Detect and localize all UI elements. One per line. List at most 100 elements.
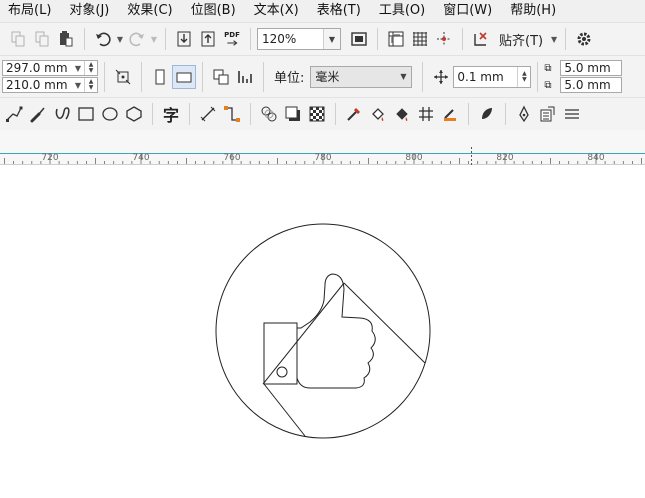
chevron-down-icon[interactable]: ▼ (72, 78, 84, 92)
duplicate-y-icon: ⧉ (544, 79, 552, 91)
thumbs-up-icon[interactable] (296, 273, 376, 389)
connector-tool-icon[interactable] (220, 102, 244, 126)
portrait-icon[interactable] (148, 65, 172, 89)
show-guidelines-icon[interactable] (432, 27, 456, 51)
separator (152, 103, 153, 125)
snap-dropdown-icon[interactable]: ▼ (549, 27, 559, 51)
menu-layout[interactable]: 布局(L) (0, 0, 60, 22)
redo-icon[interactable] (125, 27, 149, 51)
all-pages-icon[interactable] (111, 65, 135, 89)
outline-pen-icon[interactable] (512, 102, 536, 126)
zoom-value: 120% (262, 32, 297, 46)
ruler-label: 760 (223, 153, 240, 163)
mesh-fill-icon[interactable] (414, 102, 438, 126)
eyedropper-icon[interactable] (342, 102, 366, 126)
menu-table[interactable]: 表格(T) (308, 0, 370, 22)
polygon-tool-icon[interactable] (122, 102, 146, 126)
ruler-label: 820 (496, 153, 513, 163)
drop-shadow-icon[interactable] (281, 102, 305, 126)
export-icon[interactable] (196, 27, 220, 51)
page-width-spinner[interactable]: ▲ ▼ (84, 61, 97, 75)
shadow-line-1[interactable] (262, 282, 345, 385)
shadow-line-2[interactable] (343, 282, 426, 364)
ellipse-tool-icon[interactable] (98, 102, 122, 126)
separator (462, 28, 463, 50)
separator (84, 28, 85, 50)
page-layout-icon[interactable] (209, 65, 233, 89)
duplicate-y-value: 5.0 mm (564, 78, 611, 92)
rectangle-tool-icon[interactable] (74, 102, 98, 126)
separator (104, 61, 105, 92)
import-icon[interactable] (172, 27, 196, 51)
zoom-level-combo[interactable]: 120% ▼ (257, 28, 341, 50)
paste-icon[interactable] (54, 27, 78, 51)
units-label: 单位: (274, 71, 305, 86)
shape-tool-icon[interactable] (2, 102, 26, 126)
page-width-field[interactable]: 297.0 mm ▼ ▲ ▼ (2, 60, 98, 76)
redo-dropdown-icon[interactable]: ▼ (149, 27, 159, 51)
nudge-spinner[interactable]: ▲ ▼ (517, 66, 530, 87)
separator (537, 61, 539, 92)
separator (250, 103, 251, 125)
shadow-line-3[interactable] (263, 383, 306, 437)
smart-drawing-icon[interactable] (438, 102, 462, 126)
nudge-distance-field[interactable]: 0.1 mm ▲ ▼ (453, 65, 532, 88)
landscape-icon[interactable] (172, 64, 196, 89)
drawing-canvas[interactable] (0, 166, 645, 495)
snap-off-icon[interactable] (469, 27, 493, 51)
copy-icon-2[interactable] (30, 27, 54, 51)
text-tool-icon[interactable]: 字 (159, 102, 183, 126)
freehand-curve-icon[interactable] (50, 102, 74, 126)
object-manager-icon[interactable] (536, 102, 560, 126)
chevron-down-icon[interactable]: ▼ (72, 61, 84, 75)
menu-help[interactable]: 帮助(H) (501, 0, 565, 22)
pen-nib-icon[interactable] (475, 102, 499, 126)
page-height-field[interactable]: 210.0 mm ▼ ▲ ▼ (2, 77, 98, 93)
parallel-dimension-icon[interactable] (196, 102, 220, 126)
interactive-fill-icon[interactable] (366, 102, 390, 126)
duplicate-distance-fields: ⧉ 5.0 mm ⧉ 5.0 mm (544, 60, 623, 93)
smart-fill-icon[interactable] (390, 102, 414, 126)
undo-icon[interactable] (91, 27, 115, 51)
undo-dropdown-icon[interactable]: ▼ (115, 27, 125, 51)
thumb-cuff-rect[interactable] (263, 322, 298, 385)
more-tools-icon[interactable] (560, 102, 584, 126)
menu-tools[interactable]: 工具(O) (370, 0, 434, 22)
menu-bitmaps[interactable]: 位图(B) (182, 0, 245, 22)
show-grid-icon[interactable] (408, 27, 432, 51)
separator (468, 103, 469, 125)
separator (202, 61, 203, 92)
duplicate-x-field[interactable]: 5.0 mm (560, 60, 623, 76)
menu-bar: 布局(L) 对象(J) 效果(C) 位图(B) 文本(X) 表格(T) 工具(O… (0, 0, 645, 22)
artistic-media-icon[interactable] (26, 102, 50, 126)
chevron-down-icon[interactable]: ▼ (395, 66, 412, 87)
copy-icon[interactable] (6, 27, 30, 51)
property-bar: 297.0 mm ▼ ▲ ▼ 210.0 mm ▼ ▲ ▼ 单位: 毫米 ▼ 0.1… (0, 55, 645, 97)
show-rulers-icon[interactable] (384, 27, 408, 51)
ruler-label: 720 (41, 153, 58, 163)
publish-pdf-icon[interactable]: PDF (220, 27, 244, 51)
duplicate-x-icon: ⧉ (544, 62, 552, 74)
transparency-icon[interactable] (305, 102, 329, 126)
cuff-button-circle[interactable] (276, 366, 288, 378)
page-width-value: 297.0 mm (6, 61, 68, 75)
page-height-value: 210.0 mm (6, 78, 68, 92)
blend-tool-icon[interactable] (257, 102, 281, 126)
full-screen-preview-icon[interactable] (347, 27, 371, 51)
page-height-spinner[interactable]: ▲ ▼ (84, 78, 97, 92)
pdf-label: PDF (224, 31, 240, 39)
duplicate-y-field[interactable]: 5.0 mm (560, 77, 623, 93)
menu-text[interactable]: 文本(X) (245, 0, 308, 22)
separator (141, 61, 142, 92)
bleed-icon[interactable] (233, 65, 257, 89)
chevron-down-icon[interactable]: ▼ (323, 29, 340, 49)
menu-effects[interactable]: 效果(C) (118, 0, 181, 22)
options-gear-icon[interactable] (572, 27, 596, 51)
horizontal-ruler[interactable]: 720 740 760 780 800 820 840 (0, 130, 645, 165)
circle-outline[interactable] (215, 223, 431, 439)
text-tool-glyph: 字 (162, 106, 179, 125)
snap-to-dropdown[interactable]: 贴齐(T) (499, 30, 543, 49)
menu-window[interactable]: 窗口(W) (434, 0, 501, 22)
units-dropdown[interactable]: 毫米 ▼ (310, 65, 413, 88)
menu-object[interactable]: 对象(J) (60, 0, 118, 22)
